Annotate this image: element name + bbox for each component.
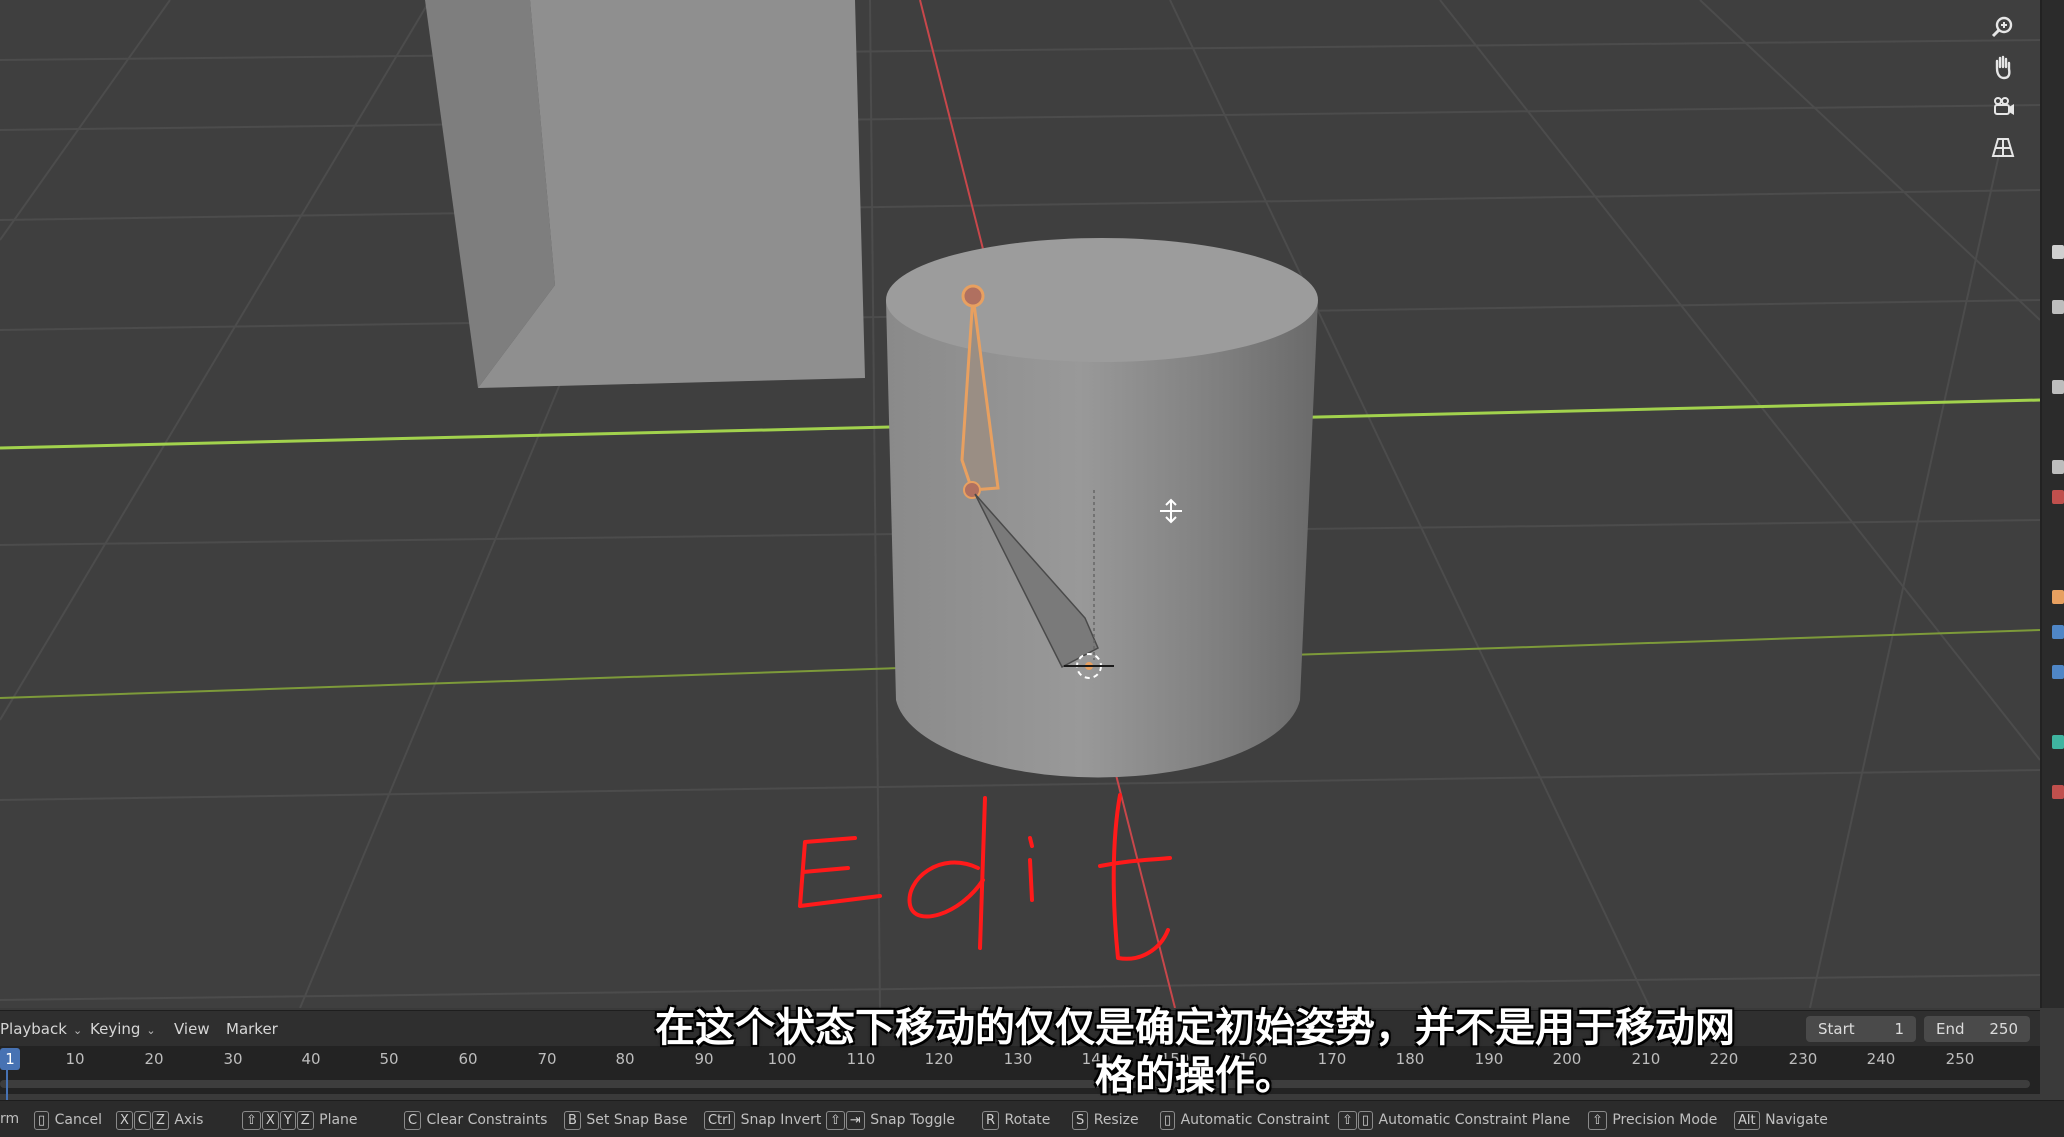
physics-tab-icon[interactable] [2052,665,2064,679]
status-item-set-snap-base: B Set Snap Base [564,1111,688,1130]
status-item-automatic-constraint: ▯ Automatic Constraint [1160,1111,1329,1130]
mouse-right-icon: ▯ [34,1111,50,1130]
modifier-tab-icon[interactable] [2052,625,2064,639]
key-ctrl: Ctrl [704,1111,736,1130]
status-item-rotate: R Rotate [982,1111,1050,1130]
3d-viewport[interactable] [0,0,2040,1008]
object-tab-icon[interactable] [2052,590,2064,604]
key-x: X [261,1111,279,1130]
shift-icon: ⇧ [242,1111,261,1130]
status-label: Resize [1093,1112,1139,1128]
grid-perspective-icon[interactable] [1990,134,2030,174]
hand-pan-icon[interactable] [1990,54,2030,94]
keying-menu[interactable]: Keying ⌄ [90,1020,156,1038]
marker-menu[interactable]: Marker [226,1020,278,1038]
chevron-down-icon: ⌄ [72,1024,83,1037]
status-label: Snap Toggle [870,1112,955,1128]
status-item-resize: S Resize [1072,1111,1139,1130]
keying-menu-label: Keying [90,1020,141,1038]
tick-label: 30 [223,1050,243,1068]
key-r: R [982,1111,1000,1130]
tick-label: 20 [144,1050,164,1068]
world-tab-icon[interactable] [2052,490,2064,504]
key-z: Z [296,1111,314,1130]
tick-label: 240 [1866,1050,1896,1068]
status-item-snap-invert: Ctrl Snap Invert [704,1111,821,1130]
status-label: Clear Constraints [426,1112,548,1128]
status-bar: rm ▯ Cancel XCZ Axis ⇧ X Y Z Plane C Clear … [0,1100,2064,1137]
subtitle-line-1: 在这个状态下移动的仅仅是确定初始姿势，并不是用于移动网 [655,1005,1735,1051]
zoom-icon[interactable] [1990,14,2030,54]
status-item-axis: XCZ Axis [116,1111,203,1130]
key-s: S [1072,1111,1089,1130]
status-item-cancel: ▯ Cancel [34,1111,102,1130]
render-tab-icon[interactable] [2052,300,2064,314]
status-label: Set Snap Base [586,1112,688,1128]
viewport-scene[interactable] [0,0,2040,1008]
chevron-down-icon: ⌄ [146,1024,156,1037]
status-label: Snap Invert [740,1112,822,1128]
status-label: Automatic Constraint Plane [1378,1112,1571,1128]
status-label: Plane [319,1112,358,1128]
key-y: Y [279,1111,296,1130]
end-frame-field[interactable]: End 250 [1924,1016,2030,1042]
properties-tab-strip [2040,0,2064,1008]
cylinder-object[interactable] [886,238,1318,778]
status-label: Cancel [54,1112,103,1128]
scene-tab-icon[interactable] [2052,460,2064,474]
end-frame-label: End [1936,1020,1965,1038]
box-object[interactable] [425,0,865,388]
key-x: X [116,1111,133,1130]
mouse-middle-icon: ▯ [1160,1111,1176,1130]
key-b: B [564,1111,581,1130]
status-item-transform: rm [0,1111,19,1127]
status-item-precision-mode: ⇧ Precision Mode [1588,1111,1717,1130]
playback-menu[interactable]: Playback ⌄ [0,1020,82,1038]
tab-icon: ⇥ [845,1111,865,1130]
end-frame-value: 250 [1989,1020,2018,1038]
status-label: rm [0,1111,20,1127]
status-label: Automatic Constraint [1180,1112,1330,1128]
output-tab-icon[interactable] [2052,380,2064,394]
status-item-automatic-constraint-plane: ⇧ ▯ Automatic Constraint Plane [1338,1111,1570,1130]
texture-tab-icon[interactable] [2052,785,2064,799]
subtitle-line-2: 格的操作。 [1095,1053,1295,1099]
key-z: Z [151,1111,169,1130]
video-subtitle: 在这个状态下移动的仅仅是确定初始姿势，并不是用于移动网 格的操作。 [560,1004,1830,1100]
status-item-clear-constraints: C Clear Constraints [404,1111,547,1130]
status-label: Precision Mode [1612,1112,1718,1128]
tick-label: 250 [1945,1050,1975,1068]
camera-icon[interactable] [1990,94,2030,134]
shift-icon: ⇧ [1588,1111,1607,1130]
start-frame-value: 1 [1894,1020,1904,1038]
playback-menu-label: Playback [0,1020,67,1038]
mouse-middle-icon: ▯ [1357,1111,1374,1130]
shift-icon: ⇧ [826,1111,845,1130]
tick-label: 40 [301,1050,321,1068]
key-c: C [404,1111,422,1130]
tool-tab-icon[interactable] [2052,245,2064,259]
key-alt: Alt [1734,1111,1760,1130]
tick-label: 60 [458,1050,478,1068]
shift-icon: ⇧ [1338,1111,1357,1130]
tick-label: 70 [537,1050,557,1068]
tick-label: 50 [379,1050,399,1068]
status-label: Axis [174,1112,204,1128]
status-item-snap-toggle: ⇧ ⇥ Snap Toggle [826,1111,955,1130]
view-menu[interactable]: View [174,1020,210,1038]
status-item-navigate: Alt Navigate [1734,1111,1828,1130]
status-item-plane: ⇧ X Y Z Plane [242,1111,358,1130]
status-label: Rotate [1004,1112,1051,1128]
tick-label: 10 [65,1050,85,1068]
status-label: Navigate [1765,1112,1828,1128]
key-c: C [133,1111,151,1130]
bone-tab-icon[interactable] [2052,735,2064,749]
current-frame-indicator[interactable]: 1 [0,1048,20,1070]
